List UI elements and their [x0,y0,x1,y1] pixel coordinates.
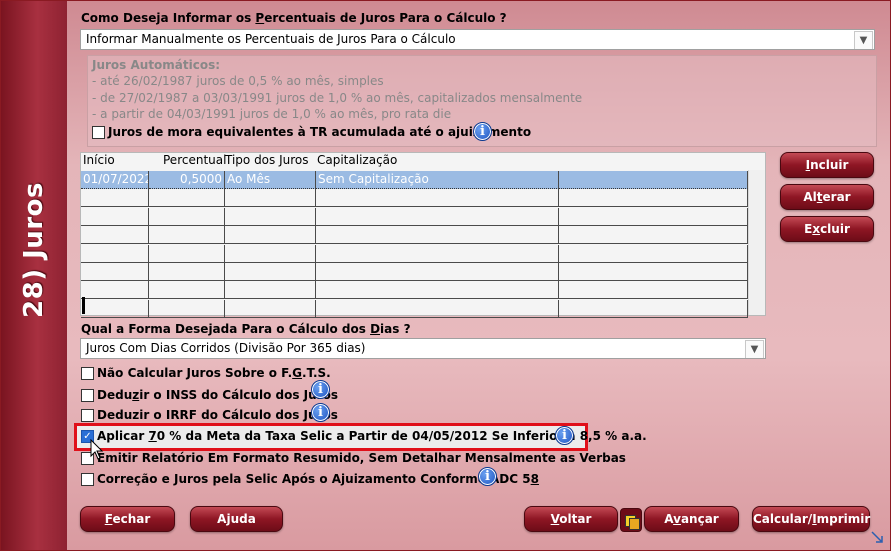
interest-table: Início Percentual Tipo dos Juros Capital… [80,152,766,318]
table-cell[interactable] [225,244,316,263]
text-cursor [82,297,85,314]
column-header-percentual[interactable]: Percentual [163,153,226,169]
column-header-tipo[interactable]: Tipo dos Juros [225,153,309,169]
table-cell[interactable] [225,281,316,300]
table-cell[interactable] [559,281,748,300]
tr-checkbox[interactable] [92,126,105,139]
table-cell[interactable] [225,263,316,281]
adc58-checkbox-label: Correção e Juros pela Selic Após o Ajuiz… [97,472,539,486]
calcular-imprimir-button[interactable]: Calcular/Imprimir [752,506,870,532]
reorder-button[interactable] [620,508,642,532]
table-cell[interactable] [149,244,225,263]
table-cell[interactable] [149,263,225,281]
alterar-button[interactable]: Alterar [780,184,874,210]
table-cell[interactable]: 0,5000 [149,171,225,189]
info-icon[interactable]: i [311,380,330,399]
table-cell[interactable] [316,263,559,281]
auto-interest-line: - de 27/02/1987 a 03/03/1991 juros de 1,… [92,91,583,105]
table-cell[interactable] [81,189,149,208]
info-icon[interactable]: i [473,122,492,141]
table-cell[interactable] [149,189,225,208]
table-cell[interactable] [149,281,225,300]
table-cell[interactable] [559,299,748,318]
table-cell[interactable] [559,171,748,189]
table-cell[interactable] [149,226,225,245]
days-mode-value: Juros Com Dias Corridos (Divisão Por 365… [86,341,366,355]
fgts-checkbox-label: Não Calcular Juros Sobre o F.G.T.S. [97,366,331,380]
table-cell[interactable]: Sem Capitalização [316,171,559,189]
inss-checkbox[interactable] [81,389,94,402]
auto-interest-title: Juros Automáticos: [92,58,221,72]
incluir-button[interactable]: Incluir [780,152,874,178]
relatorio-checkbox-label: Emitir Relatório Em Formato Resumido, Se… [97,451,626,465]
table-cell[interactable] [225,189,316,208]
days-mode-label: Qual a Forma Desejada Para o Cálculo dos… [81,322,411,336]
irrf-checkbox-label: Deduzir o IRRF do Cálculo dos Juros [97,408,338,422]
table-cell[interactable]: 01/07/2022 [81,171,149,189]
chevron-down-icon[interactable]: ▼ [854,31,873,49]
fechar-button[interactable]: Fechar [80,506,175,532]
auto-interest-line: - até 26/02/1987 juros de 0,5 % ao mês, … [92,74,384,88]
table-cell[interactable] [225,299,316,318]
table-cell[interactable] [559,244,748,263]
resize-grip-icon[interactable] [870,530,884,544]
table-cell[interactable] [559,226,748,245]
table-cell[interactable] [316,299,559,318]
table-cell[interactable] [81,299,149,318]
voltar-button[interactable]: Voltar [524,506,618,532]
days-mode-select[interactable]: Juros Com Dias Corridos (Divisão Por 365… [80,338,766,359]
table-cell[interactable] [81,244,149,263]
table-cell[interactable] [316,226,559,245]
info-icon[interactable]: i [478,467,497,486]
table-cell[interactable] [81,226,149,245]
column-header-capitalizacao[interactable]: Capitalização [317,153,397,169]
table-cell[interactable] [559,207,748,226]
percent-mode-label: Como Deseja Informar os Percentuais de J… [81,11,507,25]
inss-checkbox-label: Deduzir o INSS do Cálculo dos Juros [97,388,338,402]
table-cell[interactable] [81,207,149,226]
auto-interest-line: - a partir de 04/03/1991 juros de 1,0 % … [92,107,452,121]
percent-mode-select[interactable]: Informar Manualmente os Percentuais de J… [80,29,875,50]
column-header-inicio[interactable]: Início [83,153,115,169]
ajuda-button[interactable]: Ajuda [190,506,283,532]
chevron-down-icon[interactable]: ▼ [745,340,764,358]
table-cell[interactable] [225,226,316,245]
section-title: 28) Juros [1,150,67,350]
info-icon[interactable]: i [311,403,330,422]
irrf-checkbox[interactable] [81,409,94,422]
table-cell[interactable] [559,189,748,208]
section-title-text: 28) Juros [19,182,49,318]
table-cell[interactable] [316,189,559,208]
table-cell[interactable] [316,244,559,263]
fgts-checkbox[interactable] [81,367,94,380]
table-cell[interactable]: Ao Mês [225,171,316,189]
adc58-checkbox[interactable] [81,473,94,486]
table-cell[interactable] [149,207,225,226]
table-cell[interactable] [559,263,748,281]
table-cell[interactable] [316,207,559,226]
mouse-pointer-icon [90,439,104,460]
table-cell[interactable] [149,299,225,318]
table-cell[interactable] [225,207,316,226]
percent-mode-value: Informar Manualmente os Percentuais de J… [86,32,456,46]
avancar-button[interactable]: Avançar [644,506,739,532]
table-scrollbar[interactable] [748,170,765,315]
tr-checkbox-label: Juros de mora equivalentes à TR acumulad… [108,125,532,139]
excluir-button[interactable]: Excluir [780,216,874,242]
table-cell[interactable] [81,281,149,300]
table-cell[interactable] [316,281,559,300]
table-cell[interactable] [81,263,149,281]
info-icon[interactable]: i [555,426,574,445]
